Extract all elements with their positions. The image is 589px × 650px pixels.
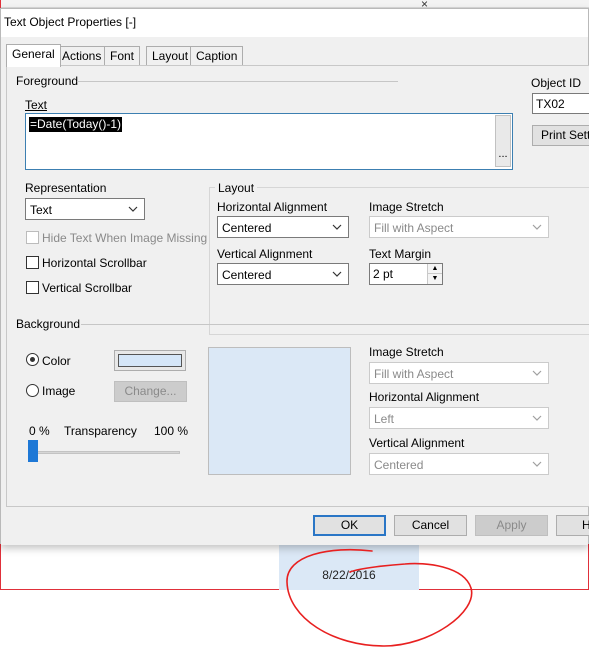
cancel-button[interactable]: Cancel (394, 515, 467, 536)
dialog-titlebar[interactable]: Text Object Properties [-] (1, 9, 588, 37)
text-margin-spinner[interactable]: 2 pt ▲ ▼ (369, 263, 443, 285)
representation-label: Representation (25, 181, 107, 195)
help-button[interactable]: H (556, 515, 589, 536)
bg-v-align-value: Centered (374, 458, 424, 472)
text-object-properties-dialog: Text Object Properties [-] General Actio… (0, 8, 589, 545)
tab-font[interactable]: Font (104, 46, 141, 66)
dialog-button-bar: OK Cancel Apply H (1, 507, 589, 545)
change-image-button[interactable]: Change... (114, 381, 187, 402)
radio-selected-dot (30, 357, 35, 362)
image-radio-label: Image (42, 384, 76, 398)
object-id-label: Object ID (531, 76, 582, 90)
spin-down-icon[interactable]: ▼ (428, 274, 442, 284)
chevron-down-icon (127, 202, 139, 216)
color-radio-label: Color (42, 354, 71, 368)
spin-up-icon[interactable]: ▲ (428, 264, 442, 274)
v-align-value: Centered (222, 268, 272, 282)
background-preview (208, 347, 351, 475)
text-margin-value: 2 pt (373, 267, 394, 281)
chevron-down-icon (531, 366, 543, 380)
chevron-down-icon (331, 220, 343, 234)
fg-image-stretch-dropdown[interactable]: Fill with Aspect (369, 216, 549, 238)
text-expression-field[interactable]: =Date(Today()-1) ... (25, 113, 513, 170)
representation-value: Text (30, 203, 53, 217)
object-id-value: TX02 (536, 97, 565, 111)
transparency-max-label: 100 % (154, 424, 189, 438)
text-label: Text (25, 98, 48, 112)
h-align-label: Horizontal Alignment (217, 200, 328, 214)
general-tab-panel: Foreground Text =Date(Today()-1) ... Obj… (6, 65, 589, 507)
foreground-label: Foreground (16, 74, 79, 88)
hide-text-checkbox[interactable] (26, 231, 39, 244)
chevron-down-icon (331, 267, 343, 281)
fg-image-stretch-label: Image Stretch (369, 200, 444, 214)
horizontal-scrollbar-checkbox[interactable] (26, 256, 39, 269)
fg-image-stretch-value: Fill with Aspect (374, 221, 454, 235)
background-divider (81, 324, 589, 325)
layout-group-label: Layout (215, 181, 258, 195)
tab-actions[interactable]: Actions (56, 46, 108, 66)
vertical-scrollbar-checkbox[interactable] (26, 281, 39, 294)
color-radio[interactable] (26, 353, 39, 366)
spinner-arrows[interactable]: ▲ ▼ (427, 264, 442, 284)
background-color-swatch[interactable] (114, 350, 186, 371)
image-radio[interactable] (26, 384, 39, 397)
horizontal-scrollbar-label: Horizontal Scrollbar (42, 256, 147, 270)
bg-v-align-dropdown[interactable]: Centered (369, 453, 549, 475)
tab-general[interactable]: General (6, 44, 61, 67)
bg-h-align-label: Horizontal Alignment (369, 390, 480, 404)
h-align-dropdown[interactable]: Centered (217, 216, 349, 238)
h-align-value: Centered (222, 221, 272, 235)
text-margin-label: Text Margin (369, 247, 432, 261)
transparency-min-label: 0 % (29, 424, 50, 438)
object-id-field[interactable]: TX02 (532, 93, 589, 114)
v-align-label: Vertical Alignment (217, 247, 313, 261)
text-expression-value: =Date(Today()-1) (29, 117, 123, 132)
transparency-slider-thumb[interactable] (28, 440, 38, 462)
dialog-title: Text Object Properties [-] (4, 15, 137, 29)
transparency-label: Transparency (64, 424, 137, 438)
bg-image-stretch-value: Fill with Aspect (374, 367, 454, 381)
tab-layout[interactable]: Layout (146, 46, 195, 66)
chevron-down-icon (531, 457, 543, 471)
background-label: Background (16, 317, 81, 331)
chevron-down-icon (531, 220, 543, 234)
bg-image-stretch-dropdown[interactable]: Fill with Aspect (369, 362, 549, 384)
representation-dropdown[interactable]: Text (25, 198, 145, 220)
bg-v-align-label: Vertical Alignment (369, 436, 465, 450)
ok-button[interactable]: OK (313, 515, 386, 536)
tab-caption[interactable]: Caption (190, 46, 244, 66)
bg-h-align-dropdown[interactable]: Left (369, 407, 549, 429)
color-fill (118, 354, 182, 367)
hide-text-label: Hide Text When Image Missing (42, 231, 208, 245)
result-date: 8/22/2016 (322, 568, 376, 582)
vertical-scrollbar-label: Vertical Scrollbar (42, 281, 133, 295)
transparency-slider-track[interactable] (29, 451, 180, 454)
chevron-down-icon (531, 411, 543, 425)
sheet-title-strip: × (1, 0, 589, 11)
print-settings-button[interactable]: Print Settin (532, 125, 589, 146)
text-object-result[interactable]: 8/22/2016 (279, 545, 419, 590)
apply-button[interactable]: Apply (475, 515, 548, 536)
v-align-dropdown[interactable]: Centered (217, 263, 349, 285)
foreground-divider (77, 81, 398, 82)
bg-image-stretch-label: Image Stretch (369, 345, 444, 359)
dialog-client: General Actions Font Layout Caption Fore… (1, 37, 589, 545)
expression-editor-button[interactable]: ... (495, 115, 511, 167)
bg-h-align-value: Left (374, 412, 395, 426)
